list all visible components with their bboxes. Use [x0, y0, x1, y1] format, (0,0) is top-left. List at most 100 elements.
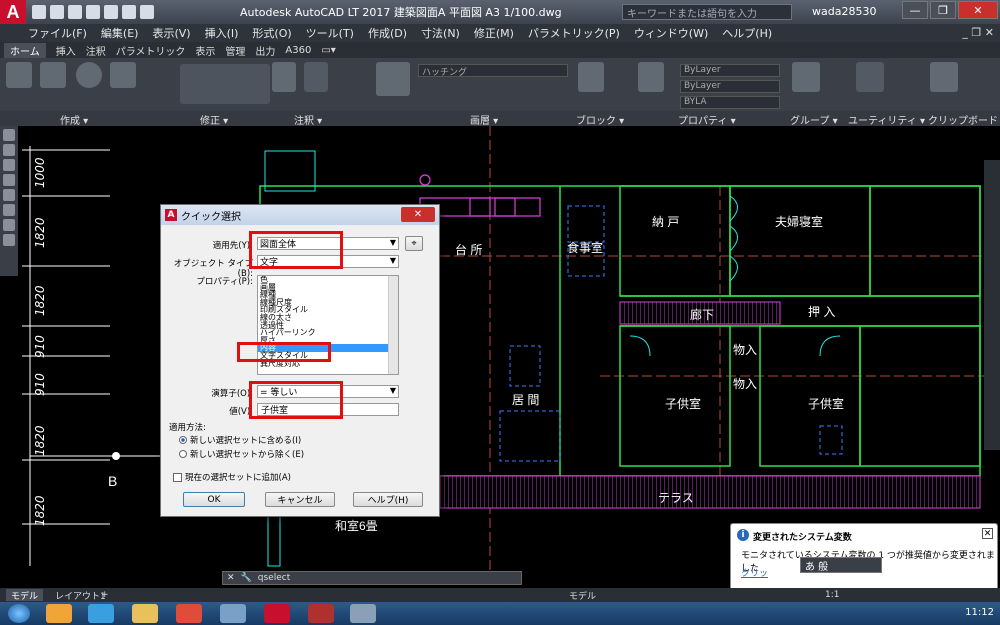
help-button[interactable]: ヘルプ(H)	[353, 492, 423, 507]
dialog-title-bar[interactable]: A クイック選択	[161, 205, 439, 225]
taskbar-clock[interactable]: 11:12	[965, 607, 994, 618]
operator-dropdown[interactable]: = 等しい ▼	[257, 385, 399, 398]
value-input[interactable]: 子供室	[257, 403, 399, 416]
tab-output[interactable]: 出力	[255, 43, 275, 58]
text-style-icon[interactable]	[3, 144, 15, 156]
properties-list[interactable]: 色 画層 線種 線種尺度 印刷スタイル 線の太さ 透過性 ハイパーリンク 厚さ …	[257, 275, 399, 375]
ime-language-bar[interactable]: あ 般	[800, 557, 882, 573]
tab-a360[interactable]: A360	[285, 45, 311, 56]
draw-icon[interactable]	[3, 159, 15, 171]
apply-to-dropdown[interactable]: 図面全体 ▼	[257, 237, 399, 250]
list-item[interactable]: 画層	[258, 283, 398, 292]
undo-icon[interactable]	[122, 5, 136, 19]
drawing-window-controls[interactable]: _ ❐ ✕	[962, 26, 994, 39]
cancel-button[interactable]: キャンセル	[265, 492, 335, 507]
include-radio[interactable]: 新しい選択セットに含める(I)	[179, 434, 301, 446]
layer-properties-icon[interactable]	[376, 62, 410, 96]
table-icon[interactable]	[3, 219, 15, 231]
match-properties-icon[interactable]	[638, 62, 664, 92]
linetype-dropdown[interactable]: ByLayer	[680, 80, 780, 93]
dialog-close-button[interactable]: ✕	[401, 207, 435, 222]
restore-button[interactable]: ❐	[930, 1, 956, 19]
wrench-icon[interactable]: 🔧	[241, 573, 252, 583]
tab-model[interactable]: モデル	[6, 589, 44, 602]
view-cube-icon[interactable]	[3, 129, 15, 141]
text-icon[interactable]	[3, 204, 15, 216]
panel-properties[interactable]: プロパティ ▾	[678, 112, 736, 127]
menu-dimension[interactable]: 寸法(N)	[421, 25, 460, 41]
arc-tool-icon[interactable]	[110, 62, 136, 88]
autocad-taskbar-icon[interactable]	[264, 604, 290, 623]
panel-clipboard[interactable]: クリップボード	[928, 112, 998, 127]
tab-more[interactable]: ▭▾	[321, 45, 335, 56]
list-item[interactable]: 色	[258, 276, 398, 284]
media-player-icon[interactable]	[46, 604, 72, 623]
line-tool-icon[interactable]	[6, 62, 32, 88]
user-name[interactable]: wada28530	[812, 5, 876, 18]
abc-icon[interactable]	[3, 189, 15, 201]
measure-icon[interactable]	[856, 62, 884, 92]
app-icon[interactable]	[308, 604, 334, 623]
print-icon[interactable]	[104, 5, 118, 19]
panel-annotation[interactable]: 注釈 ▾	[294, 112, 322, 127]
layer-dropdown[interactable]: ハッチング	[418, 64, 568, 78]
list-scrollbar[interactable]	[388, 276, 398, 374]
open-file-icon[interactable]	[50, 5, 64, 19]
lineweight-dropdown[interactable]: BYLA	[680, 96, 780, 109]
chrome-icon[interactable]	[176, 604, 202, 623]
close-button[interactable]: ✕	[958, 1, 998, 19]
panel-draw[interactable]: 作成 ▾	[60, 112, 88, 127]
polyline-tool-icon[interactable]	[40, 62, 66, 88]
text-tool-icon[interactable]	[272, 62, 296, 92]
new-file-icon[interactable]	[32, 5, 46, 19]
exclude-radio[interactable]: 新しい選択セットから除く(E)	[179, 448, 304, 460]
autocad-logo-icon[interactable]: A	[0, 0, 26, 24]
menu-window[interactable]: ウィンドウ(W)	[634, 25, 708, 41]
menu-format[interactable]: 形式(O)	[252, 25, 291, 41]
notification-close-button[interactable]: ✕	[982, 528, 993, 539]
select-objects-button[interactable]: ⌖	[405, 236, 423, 251]
add-layout-button[interactable]: +	[96, 589, 114, 601]
notification-link[interactable]: クリッ	[741, 566, 768, 579]
minimize-button[interactable]: —	[902, 1, 928, 19]
tab-annotate[interactable]: 注釈	[86, 43, 106, 58]
modify-tools[interactable]	[180, 64, 270, 104]
app-icon[interactable]	[220, 604, 246, 623]
dimension-tool-icon[interactable]	[304, 62, 328, 92]
menu-help[interactable]: ヘルプ(H)	[722, 25, 772, 41]
drawing-canvas[interactable]: 1000 1820 1820 910 910 1820 1820 台 所 食事室…	[0, 126, 1000, 588]
menu-modify[interactable]: 修正(M)	[474, 25, 514, 41]
menu-edit[interactable]: 編集(E)	[101, 25, 139, 41]
tab-home[interactable]: ホーム	[4, 42, 46, 58]
ok-button[interactable]: OK	[183, 492, 245, 507]
close-icon[interactable]: ✕	[227, 573, 235, 583]
command-line[interactable]: ✕ 🔧 qselect	[222, 571, 522, 585]
file-explorer-icon[interactable]	[132, 604, 158, 623]
circle-tool-icon[interactable]	[76, 62, 102, 88]
save-as-icon[interactable]	[86, 5, 100, 19]
internet-explorer-icon[interactable]	[88, 604, 114, 623]
start-button-icon[interactable]	[8, 604, 30, 623]
list-item[interactable]: 異尺度対応	[258, 359, 398, 368]
redo-icon[interactable]	[140, 5, 154, 19]
menu-file[interactable]: ファイル(F)	[28, 25, 87, 41]
append-checkbox[interactable]: 現在の選択セットに追加(A)	[173, 471, 291, 483]
panel-utilities[interactable]: ユーティリティ ▾	[848, 112, 925, 127]
annotation-scale[interactable]: 1:1	[820, 589, 844, 601]
right-toolbar[interactable]	[984, 160, 1000, 450]
tab-manage[interactable]: 管理	[225, 43, 245, 58]
menu-view[interactable]: 表示(V)	[152, 25, 190, 41]
zoom-icon[interactable]	[3, 174, 15, 186]
menu-tools[interactable]: ツール(T)	[306, 25, 354, 41]
object-type-dropdown[interactable]: 文字 ▼	[257, 255, 399, 268]
save-icon[interactable]	[68, 5, 82, 19]
menu-parametric[interactable]: パラメトリック(P)	[528, 25, 620, 41]
paste-icon[interactable]	[930, 62, 958, 92]
color-dropdown[interactable]: ByLayer	[680, 64, 780, 77]
menu-insert[interactable]: 挿入(I)	[205, 25, 239, 41]
panel-block[interactable]: ブロック ▾	[576, 112, 624, 127]
block-icon[interactable]	[3, 234, 15, 246]
panel-groups[interactable]: グループ ▾	[790, 112, 838, 127]
panel-layers[interactable]: 画層 ▾	[470, 112, 498, 127]
list-item[interactable]: 厚さ	[258, 336, 398, 345]
